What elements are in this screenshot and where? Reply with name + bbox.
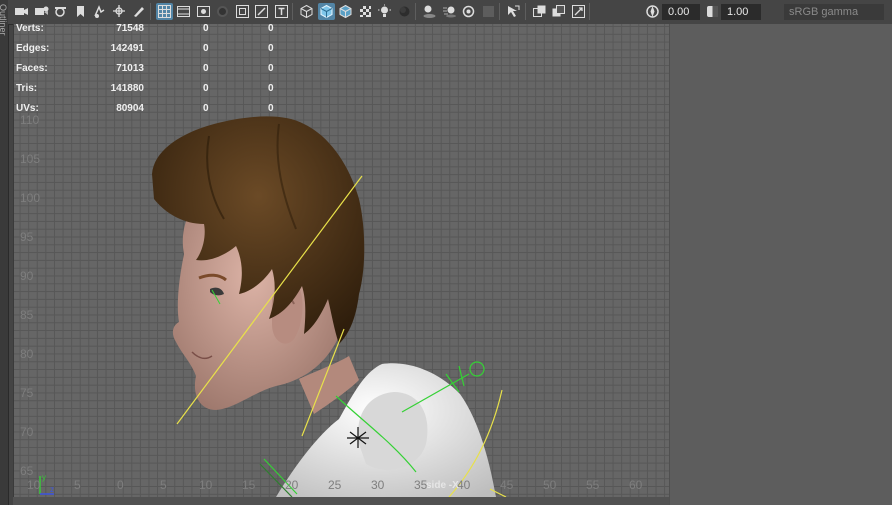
x-axis-tick-label: 5	[74, 478, 81, 492]
empty-panel-area	[669, 24, 892, 505]
gate-mask-icon[interactable]	[214, 3, 231, 20]
hud-stat-label: Verts:	[16, 23, 44, 34]
hud-component-count: 0	[268, 63, 274, 74]
y-axis-tick-label: 100	[20, 191, 41, 205]
camera-icon[interactable]	[13, 3, 30, 20]
y-axis-tick-label: 105	[20, 152, 41, 166]
camera-snapshot-icon[interactable]	[52, 3, 69, 20]
x-axis-tick-label: 55	[586, 478, 600, 492]
toolbar-separator	[149, 3, 151, 20]
wireframe-icon[interactable]	[298, 3, 315, 20]
y-axis-tick-label: 90	[20, 269, 34, 283]
hud-selected-count: 0	[203, 63, 209, 74]
xray-active-components-icon[interactable]	[550, 3, 567, 20]
y-axis-tick-label: 70	[20, 425, 34, 439]
svg-text:z: z	[50, 485, 54, 494]
poly-count-hud: Verts: 71548 0 0 Edges: 142491 0 0 Faces: 71013 0 0…	[16, 23, 286, 123]
hud-stat-label: Edges:	[16, 43, 50, 54]
y-axis-tick-label: 75	[20, 386, 34, 400]
viewport-bottom-strip	[13, 497, 669, 505]
viewport-toolbar: 0.00 1.00 sRGB gamma	[8, 0, 892, 25]
xray-icon[interactable]	[531, 3, 548, 20]
toolbar-separator	[292, 3, 293, 20]
x-axis-tick-label: 15	[242, 478, 256, 492]
smooth-shade-icon[interactable]	[317, 3, 335, 20]
grease-pencil-icon[interactable]	[130, 3, 147, 20]
hud-stat-value: 71013	[116, 63, 144, 74]
screen-space-ao-icon[interactable]	[421, 3, 438, 20]
hud-selected-count: 0	[203, 23, 209, 34]
hud-component-count: 0	[268, 103, 274, 114]
toolbar-separator	[499, 3, 500, 20]
hud-stat-value: 142491	[110, 43, 144, 54]
hud-stat-value: 71548	[116, 23, 144, 34]
camera-name-label: side -X	[426, 480, 459, 491]
hud-component-count: 0	[268, 23, 274, 34]
gamma-icon[interactable]	[704, 3, 721, 20]
multisample-aa-icon[interactable]	[460, 3, 477, 20]
x-axis-tick-label: 10	[199, 478, 213, 492]
hud-row: Edges: 142491 0 0	[16, 43, 286, 63]
hud-stat-label: Tris:	[16, 83, 38, 94]
x-axis-tick-label: 5	[160, 478, 167, 492]
isolate-select-icon[interactable]	[505, 3, 522, 20]
hud-selected-count: 0	[203, 83, 209, 94]
hud-component-count: 0	[268, 43, 274, 54]
hud-row: Tris: 141880 0 0	[16, 83, 286, 103]
camera-attributes-icon[interactable]	[33, 3, 50, 20]
textured-icon[interactable]	[357, 3, 374, 20]
x-axis-tick-label: 25	[328, 478, 342, 492]
safe-title-icon[interactable]	[273, 3, 290, 20]
hud-selected-count: 0	[203, 43, 209, 54]
hud-stat-label: UVs:	[16, 103, 39, 114]
hud-stat-value: 141880	[110, 83, 144, 94]
hud-selected-count: 0	[203, 103, 209, 114]
image-plane-icon[interactable]	[91, 3, 108, 20]
x-axis-tick-label: 40	[457, 478, 471, 492]
field-chart-icon[interactable]	[234, 3, 251, 20]
shadows-icon[interactable]	[396, 3, 413, 20]
outliner-label: Outliner	[0, 4, 8, 36]
gamma-field[interactable]: 1.00	[721, 4, 761, 20]
bookmark-icon[interactable]	[72, 3, 89, 20]
svg-text:y: y	[42, 473, 46, 482]
x-axis-tick-label: 45	[500, 478, 514, 492]
exposure-icon[interactable]	[644, 3, 661, 20]
hud-stat-label: Faces:	[16, 63, 48, 74]
hud-stat-value: 80904	[116, 103, 144, 114]
toolbar-separator	[415, 3, 416, 20]
toolbar-separator	[589, 3, 590, 20]
color-space-dropdown[interactable]: sRGB gamma	[784, 4, 884, 20]
green-clavicle-handle	[469, 361, 485, 377]
hud-row: Faces: 71013 0 0	[16, 63, 286, 83]
xray-joints-icon[interactable]	[570, 3, 587, 20]
outliner-collapsed-strip[interactable]: Outliner	[0, 0, 9, 505]
film-gate-icon[interactable]	[175, 3, 192, 20]
wireframe-on-shaded-icon[interactable]	[337, 3, 354, 20]
hud-component-count: 0	[268, 83, 274, 94]
motion-blur-icon[interactable]	[441, 3, 458, 20]
x-axis-tick-label: 60	[629, 478, 643, 492]
x-axis-tick-label: 30	[371, 478, 385, 492]
hud-row: Verts: 71548 0 0	[16, 23, 286, 43]
x-axis-tick-label: 0	[117, 478, 124, 492]
y-axis-tick-label: 65	[20, 464, 34, 478]
resolution-gate-icon[interactable]	[195, 3, 212, 20]
toolbar-separator	[524, 3, 526, 20]
grid-toggle-icon[interactable]	[155, 3, 173, 20]
safe-action-icon[interactable]	[253, 3, 270, 20]
y-axis-tick-label: 85	[20, 308, 34, 322]
y-axis-tick-label: 95	[20, 230, 34, 244]
x-axis-tick-label: 20	[285, 478, 299, 492]
use-all-lights-icon[interactable]	[376, 3, 393, 20]
y-axis-tick-label: 80	[20, 347, 34, 361]
hud-row: UVs: 80904 0 0	[16, 103, 286, 123]
two-d-pan-zoom-icon[interactable]	[111, 3, 128, 20]
x-axis-tick-label: 10	[27, 478, 41, 492]
x-axis-tick-label: 50	[543, 478, 557, 492]
depth-of-field-icon[interactable]	[480, 3, 497, 20]
exposure-field[interactable]: 0.00	[662, 4, 700, 20]
